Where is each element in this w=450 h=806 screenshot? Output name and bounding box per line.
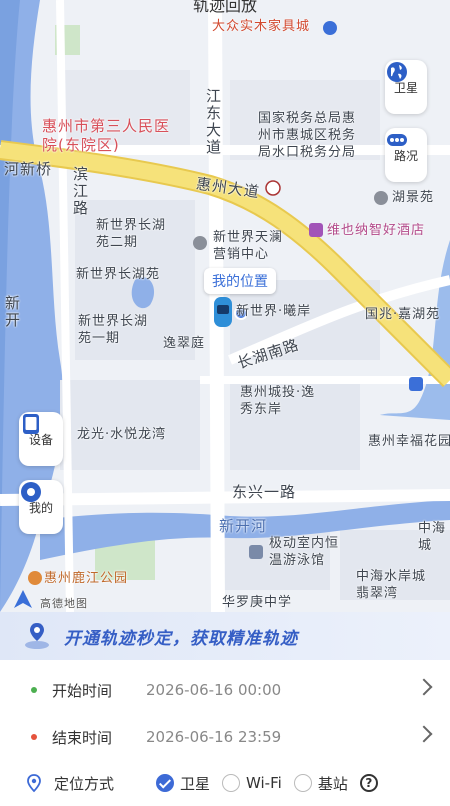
poi-tax-bureau[interactable]: 国家税务总局惠州市惠城区税务局水口税务分局 [258,110,368,161]
option-satellite[interactable]: 卫星 [156,773,210,794]
road-xinkai-left: 新开 [3,295,21,329]
location-mode-row: 定位方式 卫星 Wi-Fi 基站 ? [0,760,450,806]
option-base-station-label: 基站 [317,774,348,793]
road-jiangdong: 江东大道 [204,88,222,156]
tablet-icon [23,414,39,434]
poi-xsj-erqi[interactable]: 新世界长湖苑二期 [96,217,168,251]
radio-satellite[interactable] [156,774,174,792]
start-dot [31,687,37,693]
poi-xsj-yiqi[interactable]: 新世界长湖苑一期 [78,313,150,347]
poi-hualuogeng[interactable]: 华罗庚中学 [222,594,292,611]
poi-zhonghai-shui[interactable]: 中海水岸城翡翠湾 [356,568,428,602]
start-time-label: 开始时间 [52,681,113,700]
poi-longguang[interactable]: 龙光·水悦龙湾 [77,426,166,443]
traffic-toggle-button[interactable]: 路况 [385,128,427,182]
option-satellite-label: 卫星 [180,774,211,793]
traffic-icon [387,134,407,146]
poi-xsj-tianlan[interactable]: 新世界天澜营销中心 [213,229,288,263]
navigation-arrow-icon[interactable] [12,588,34,610]
road-binjiang: 滨江路 [71,166,89,217]
poi-hotel[interactable]: 维也纳智好酒店 [327,222,425,239]
end-time-row[interactable]: 结束时间 2026-06-16 23:59 [0,714,450,760]
poi-xsj-changhu[interactable]: 新世界长湖苑 [76,266,160,283]
my-location-bubble: 我的位置 [204,268,276,294]
trajectory-promo-banner[interactable]: 开通轨迹秒定，获取精准轨迹 [0,612,450,660]
poi-zhonghai-city[interactable]: 中海城 [418,520,450,554]
chevron-right-icon [415,678,433,696]
map-pin-icon [27,774,41,793]
road-hexin-bridge: 河新桥 [4,160,53,178]
location-mode-label: 定位方式 [54,774,115,793]
river-xinkai: 新开河 [219,517,268,535]
poi-xingfu[interactable]: 惠州幸福花园 [368,433,450,450]
poi-hujing[interactable]: 湖景苑 [392,189,434,206]
poi-furniture[interactable]: 大众实木家具城 [212,18,310,35]
map-brand-logo: 高德地图 [40,597,88,610]
poi-xsj-xian[interactable]: 新世界·曦岸 [236,303,311,320]
help-icon[interactable]: ? [359,774,378,792]
poi-yicui[interactable]: 逸翠庭 [163,335,205,352]
mine-button[interactable]: 我的 [19,480,63,534]
poi-lujiang[interactable]: 惠州鹿江公园 [44,570,128,587]
trajectory-icon [25,623,49,649]
radio-wifi[interactable] [222,774,241,792]
end-dot [31,734,37,740]
end-time-label: 结束时间 [52,728,113,747]
poi-chengtou[interactable]: 惠州城投·逸秀东岸 [240,384,320,418]
poi-guozhao[interactable]: 国兆·嘉湖苑 [365,306,440,323]
poi-jidong[interactable]: 极动室内恒温游泳馆 [269,535,349,569]
map-view[interactable]: 轨迹回放 大众实木家具城 江东大道 国家税务总局惠州市惠城区税务局水口税务分局 … [0,0,450,612]
banner-text: 开通轨迹秒定，获取精准轨迹 [64,628,298,649]
poi-hospital[interactable]: 惠州市第三人民医院(东院区) [42,117,172,155]
option-wifi[interactable]: Wi-Fi [222,774,282,792]
start-time-value: 2026-06-16 00:00 [146,681,282,699]
globe-icon [387,62,407,82]
chevron-right-icon [415,725,433,743]
end-time-value: 2026-06-16 23:59 [146,728,282,746]
radio-base-station[interactable] [293,774,312,792]
location-target-icon [21,482,41,502]
road-dongxing: 东兴一路 [232,483,297,501]
start-time-row[interactable]: 开始时间 2026-06-16 00:00 [0,667,450,713]
option-wifi-label: Wi-Fi [246,774,282,792]
device-button[interactable]: 设备 [19,412,63,466]
satellite-toggle-button[interactable]: 卫星 [385,60,427,114]
page-title: 轨迹回放 [192,0,257,15]
option-base-station[interactable]: 基站 [293,773,348,794]
